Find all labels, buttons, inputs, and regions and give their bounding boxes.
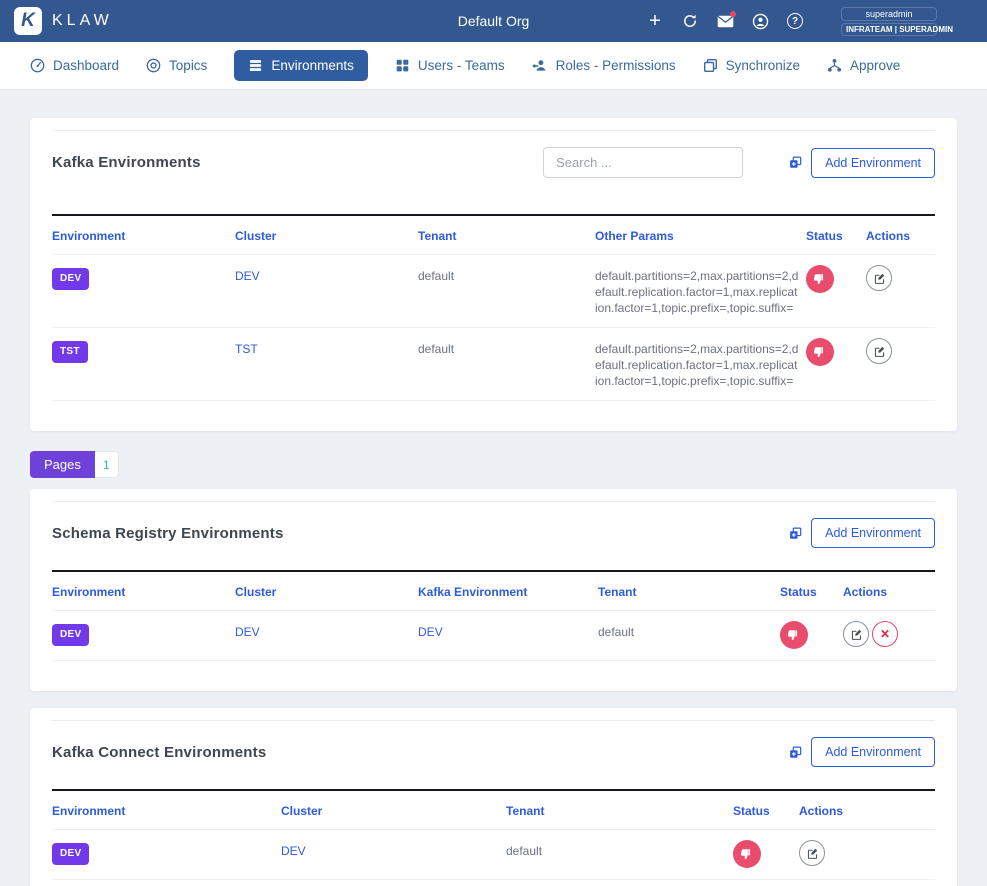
kafka-connect-environments-card: Kafka Connect Environments Add Environme…	[30, 708, 957, 886]
add-kafka-environment-button[interactable]: Add Environment	[811, 148, 935, 178]
help-icon[interactable]: ?	[786, 12, 804, 30]
other-params-value: default.partitions=2,max.partitions=2,de…	[595, 341, 800, 389]
schema-registry-environments-card: Schema Registry Environments Add Environ…	[30, 489, 957, 691]
table-row: DEV DEV default	[52, 830, 935, 880]
edit-icon[interactable]	[843, 621, 869, 647]
topics-target-icon	[146, 58, 161, 73]
nav-item-topics[interactable]: Topics	[146, 58, 207, 73]
environment-badge: DEV	[52, 843, 89, 865]
status-thumbs-down-icon[interactable]	[780, 621, 808, 649]
search-input[interactable]	[543, 147, 743, 178]
pagination: Pages 1	[30, 451, 957, 478]
add-schema-environment-button[interactable]: Add Environment	[811, 518, 935, 548]
environment-badge: DEV	[52, 268, 89, 290]
synchronize-copy-icon	[703, 58, 718, 73]
kafka-environment-link[interactable]: DEV	[418, 625, 443, 639]
kafka-environments-table: Environment Cluster Tenant Other Params …	[52, 214, 935, 401]
table-row: TST TST default default.partitions=2,max…	[52, 328, 935, 401]
app-window: K KLAW Default Org + ? superadmin INFRAT…	[0, 0, 987, 886]
other-params-value: default.partitions=2,max.partitions=2,de…	[595, 268, 800, 316]
add-connect-environment-button[interactable]: Add Environment	[811, 737, 935, 767]
tenant-value: default	[418, 341, 595, 357]
cluster-link[interactable]: DEV	[235, 625, 260, 639]
table-header-row: Environment Cluster Kafka Environment Te…	[52, 572, 935, 611]
environments-server-icon	[248, 58, 263, 73]
cluster-link[interactable]: DEV	[235, 269, 260, 283]
user-name: superadmin	[841, 7, 937, 21]
topbar-actions: + ? superadmin INFRATEAM | SUPERADMIN	[646, 0, 937, 42]
profile-icon[interactable]	[751, 12, 769, 30]
kafka-environments-card: Kafka Environments Add Environment Envir…	[30, 118, 957, 431]
environment-badge: TST	[52, 341, 88, 363]
delete-icon[interactable]: ✕	[872, 621, 898, 647]
status-thumbs-down-icon[interactable]	[733, 840, 761, 868]
user-menu[interactable]: superadmin INFRATEAM | SUPERADMIN	[841, 7, 937, 36]
brand[interactable]: K KLAW	[14, 7, 113, 35]
top-header-bar: K KLAW Default Org + ? superadmin INFRAT…	[0, 0, 987, 42]
add-icon[interactable]: +	[646, 12, 664, 30]
pages-button[interactable]: Pages	[30, 451, 95, 478]
dashboard-gauge-icon	[30, 58, 45, 73]
edit-icon[interactable]	[866, 265, 892, 291]
refresh-icon[interactable]	[681, 12, 699, 30]
mail-icon[interactable]	[716, 12, 734, 30]
cluster-link[interactable]: DEV	[281, 844, 306, 858]
tenant-value: default	[418, 268, 595, 284]
notification-dot	[730, 11, 736, 17]
kafka-connect-title: Kafka Connect Environments	[52, 744, 266, 761]
tenant-value: default	[506, 843, 733, 859]
table-header-row: Environment Cluster Tenant Status Action…	[52, 791, 935, 830]
approve-sitemap-icon	[827, 58, 842, 73]
copy-plus-icon[interactable]	[789, 746, 802, 759]
schema-environments-table: Environment Cluster Kafka Environment Te…	[52, 570, 935, 661]
status-thumbs-down-icon[interactable]	[806, 265, 834, 293]
status-thumbs-down-icon[interactable]	[806, 338, 834, 366]
edit-icon[interactable]	[866, 338, 892, 364]
tenant-value: default	[598, 624, 780, 640]
user-team-role: INFRATEAM | SUPERADMIN	[841, 23, 937, 36]
nav-item-roles-permissions[interactable]: Roles - Permissions	[532, 58, 676, 73]
main-nav: Dashboard Topics Environments Users - Te…	[0, 42, 987, 90]
nav-item-environments[interactable]: Environments	[234, 50, 368, 81]
table-row: DEV DEV DEV default	[52, 611, 935, 661]
roles-person-key-icon	[532, 58, 548, 73]
page-content: Kafka Environments Add Environment Envir…	[0, 90, 987, 886]
nav-item-approve[interactable]: Approve	[827, 58, 900, 73]
table-row: DEV DEV default default.partitions=2,max…	[52, 255, 935, 328]
connect-environments-table: Environment Cluster Tenant Status Action…	[52, 789, 935, 880]
nav-item-dashboard[interactable]: Dashboard	[30, 58, 119, 73]
nav-item-synchronize[interactable]: Synchronize	[703, 58, 800, 73]
copy-plus-icon[interactable]	[789, 156, 802, 169]
org-title: Default Org	[458, 13, 530, 29]
edit-icon[interactable]	[799, 840, 825, 866]
kafka-environments-title: Kafka Environments	[52, 154, 201, 171]
table-header-row: Environment Cluster Tenant Other Params …	[52, 216, 935, 255]
cluster-link[interactable]: TST	[235, 342, 258, 356]
environment-badge: DEV	[52, 624, 89, 646]
users-teams-grid-icon	[395, 58, 410, 73]
brand-name: KLAW	[52, 12, 113, 30]
page-number[interactable]: 1	[95, 451, 119, 478]
copy-plus-icon[interactable]	[789, 527, 802, 540]
schema-registry-title: Schema Registry Environments	[52, 525, 284, 542]
klaw-logo-icon: K	[14, 7, 42, 35]
nav-item-users-teams[interactable]: Users - Teams	[395, 58, 505, 73]
